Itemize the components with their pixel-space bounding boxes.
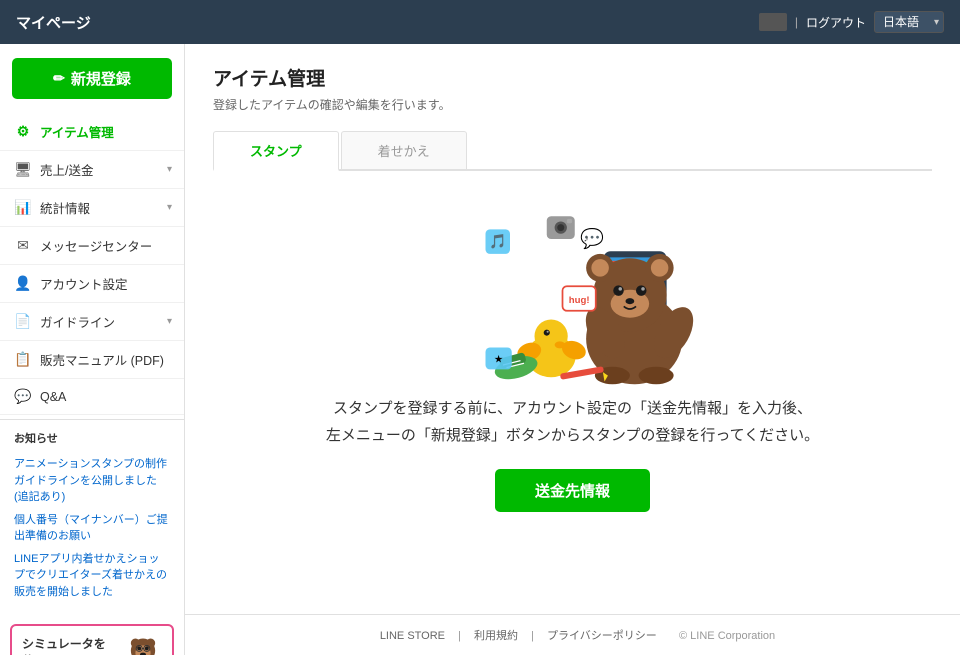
manual-icon: 📋 — [14, 351, 32, 368]
sidebar-item-messages[interactable]: ✉ メッセージセンター — [0, 227, 184, 265]
svg-text:🎵: 🎵 — [489, 233, 506, 249]
stamp-message-line1: スタンプを登録する前に、アカウント設定の「送金先情報」を入力後、 — [333, 400, 812, 417]
logout-button[interactable]: ログアウト — [806, 14, 866, 31]
sidebar: ✏ 新規登録 ⚙ アイテム管理 🖥 売上/送金 ▾ 📊 統計情報 ▾ ✉ メッセ… — [0, 44, 185, 655]
svg-text:★: ★ — [493, 353, 503, 365]
user-avatar — [759, 13, 787, 31]
remittance-button[interactable]: 送金先情報 — [495, 469, 650, 512]
footer: LINE STORE | 利用規約 | プライバシーポリシー © LINE Co… — [185, 614, 960, 655]
message-icon: ✉ — [14, 237, 32, 254]
sidebar-item-guidelines[interactable]: 📄 ガイドライン ▾ — [0, 303, 184, 341]
simulator-bear-icon — [124, 634, 162, 655]
chevron-down-icon: ▾ — [167, 164, 172, 175]
stamp-message-line2: 左メニューの「新規登録」ボタンからスタンプの登録を行ってください。 — [326, 427, 819, 444]
language-select[interactable]: 日本語 English — [874, 11, 944, 33]
sidebar-item-label: 統計情報 — [40, 198, 90, 217]
gear-icon: ⚙ — [14, 123, 32, 140]
stamp-message: スタンプを登録する前に、アカウント設定の「送金先情報」を入力後、 左メニューの「… — [326, 395, 819, 449]
footer-line-store[interactable]: LINE STORE — [380, 630, 445, 642]
account-icon: 👤 — [14, 275, 32, 292]
svg-text:hug!: hug! — [568, 295, 589, 306]
new-register-label: 新規登録 — [71, 68, 131, 89]
sidebar-item-sales-remittance[interactable]: 🖥 売上/送金 ▾ — [0, 151, 184, 189]
notice-link-1[interactable]: アニメーションスタンプの制作ガイドラインを公開しました(追記あり) — [14, 456, 170, 506]
sales-icon: 🖥 — [14, 161, 32, 178]
sidebar-menu: ⚙ アイテム管理 🖥 売上/送金 ▾ 📊 統計情報 ▾ ✉ メッセージセンター … — [0, 113, 184, 415]
main-content: アイテム管理 登録したアイテムの確認や編集を行います。 スタンプ 着せかえ 🎵 — [185, 44, 960, 655]
language-selector-wrapper: 日本語 English — [874, 11, 944, 33]
sidebar-item-label: アカウント設定 — [40, 274, 128, 293]
sidebar-item-manual[interactable]: 📋 販売マニュアル (PDF) — [0, 341, 184, 379]
sidebar-item-label: ガイドライン — [40, 312, 115, 331]
guidelines-icon: 📄 — [14, 313, 32, 330]
new-register-button[interactable]: ✏ 新規登録 — [12, 58, 172, 99]
chevron-down-icon: ▾ — [167, 202, 172, 213]
layout: ✏ 新規登録 ⚙ アイテム管理 🖥 売上/送金 ▾ 📊 統計情報 ▾ ✉ メッセ… — [0, 44, 960, 655]
qa-icon: 💬 — [14, 388, 32, 405]
header-right: | ログアウト 日本語 English — [759, 11, 944, 33]
simulator-text: シミュレータを使ってみよう！ — [22, 636, 118, 655]
sidebar-item-label: 販売マニュアル (PDF) — [40, 350, 164, 369]
page-subtitle: 登録したアイテムの確認や編集を行います。 — [213, 96, 932, 113]
footer-copyright: © LINE Corporation — [679, 630, 775, 642]
tab-themes[interactable]: 着せかえ — [341, 131, 467, 169]
sidebar-item-qa[interactable]: 💬 Q&A — [0, 379, 184, 415]
sidebar-item-label: 売上/送金 — [40, 160, 93, 179]
tab-stamps[interactable]: スタンプ — [213, 131, 339, 171]
header-divider: | — [795, 15, 798, 29]
notice-link-3[interactable]: LINEアプリ内着せかえショップでクリエイターズ着せかえの販売を開始しました — [14, 551, 170, 601]
sidebar-item-item-management[interactable]: ⚙ アイテム管理 — [0, 113, 184, 151]
page-title: アイテム管理 — [213, 64, 932, 91]
notice-title: お知らせ — [0, 419, 184, 456]
sidebar-item-label: Q&A — [40, 390, 66, 404]
content-area: 🎵 — [213, 171, 932, 536]
illustration: 🎵 — [433, 195, 713, 395]
sidebar-item-stats[interactable]: 📊 統計情報 ▾ — [0, 189, 184, 227]
notice-links: アニメーションスタンプの制作ガイドラインを公開しました(追記あり) 個人番号（マ… — [0, 456, 184, 616]
sidebar-item-label: アイテム管理 — [40, 122, 114, 141]
svg-text:♪: ♪ — [583, 233, 588, 245]
bear-illustration: 🎵 — [433, 195, 713, 395]
sidebar-item-account[interactable]: 👤 アカウント設定 — [0, 265, 184, 303]
footer-terms[interactable]: 利用規約 — [474, 630, 518, 642]
edit-icon: ✏ — [53, 70, 65, 87]
tabs: スタンプ 着せかえ — [213, 131, 932, 171]
footer-privacy[interactable]: プライバシーポリシー — [547, 630, 657, 642]
header-title: マイページ — [16, 12, 91, 33]
simulator-widget[interactable]: シミュレータを使ってみよう！ — [10, 624, 174, 655]
stats-icon: 📊 — [14, 199, 32, 216]
sidebar-item-label: メッセージセンター — [40, 236, 152, 255]
notice-link-2[interactable]: 個人番号（マイナンバー）ご提出準備のお願い — [14, 512, 170, 545]
chevron-down-icon: ▾ — [167, 316, 172, 327]
header: マイページ | ログアウト 日本語 English — [0, 0, 960, 44]
